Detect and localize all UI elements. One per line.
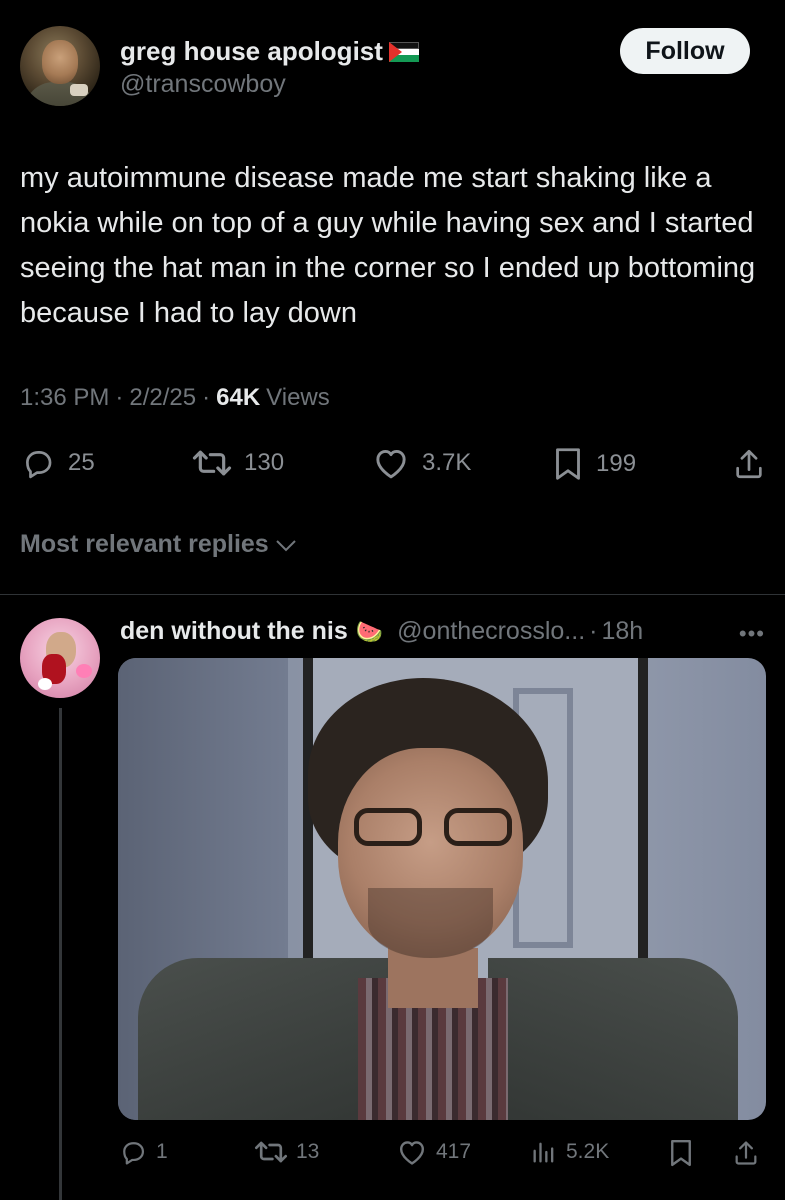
replies-sort-label: Most relevant replies [20,530,269,558]
reply-count: 25 [68,449,95,476]
post-date[interactable]: 2/2/25 [129,384,196,412]
repost-icon [254,1141,288,1163]
post-meta: 1:36 PM · 2/2/25 · 64K Views [20,384,330,412]
image-jacket-right [488,958,738,1120]
heart-icon [399,1141,425,1165]
repost-button[interactable]: 130 [192,446,284,480]
reply-bookmark-button[interactable] [668,1138,694,1168]
bookmark-icon [556,448,580,480]
reply-time[interactable]: 18h [601,617,643,646]
divider [0,594,785,595]
like-count: 3.7K [422,449,472,476]
reply-views-button[interactable]: 5.2K [530,1138,609,1166]
author-avatar[interactable] [20,26,100,106]
meta-separator: · [202,384,211,411]
reply-handle[interactable]: @onthecrosslo... [397,617,585,646]
image-glasses [354,808,514,848]
views-label: Views [266,384,330,411]
reply-share-button[interactable] [732,1138,760,1168]
image-jacket-left [138,958,388,1120]
reply-button[interactable]: 25 [20,446,95,480]
post-time[interactable]: 1:36 PM [20,384,109,412]
heart-sticker-icon [76,664,92,678]
main-post: greg house apologist @transcowboy Follow… [0,0,785,590]
reply-actions: 1 13 417 5.2K [118,1138,766,1172]
reply-avatar[interactable] [20,618,100,698]
reply-post[interactable]: den without the nis 🍉 @onthecrosslo... ·… [0,600,785,1200]
like-button[interactable]: 3.7K [372,446,471,480]
more-options-icon[interactable]: ••• [739,621,765,647]
reply-icon [123,1142,145,1165]
views-count[interactable]: 64K [216,384,260,412]
bookmark-count: 199 [596,450,637,477]
reply-icon [26,451,52,479]
analytics-icon [533,1142,554,1163]
thread-line [59,708,62,1200]
reply-media-image[interactable] [118,658,766,1120]
reply-display-name[interactable]: den without the nis [120,617,348,646]
avatar-face [42,40,78,84]
repost-count: 130 [244,449,285,476]
reply-like-count: 417 [436,1140,472,1163]
reply-separator: · [589,617,598,645]
reply-reply-count: 1 [156,1140,168,1163]
watermelon-emoji: 🍉 [355,618,384,644]
chevron-down-icon [276,539,296,551]
reply-repost-count: 13 [296,1140,320,1163]
reply-repost-button[interactable]: 13 [254,1138,319,1166]
reply-reply-button[interactable]: 1 [118,1138,168,1166]
share-icon [735,1141,757,1165]
avatar-hand [70,84,88,96]
bookmark-button[interactable]: 199 [552,446,636,482]
post-text: my autoimmune disease made me start shak… [20,162,756,329]
post-actions: 25 130 3.7K 199 [20,446,770,486]
reply-header: den without the nis 🍉 @onthecrosslo... ·… [120,617,765,646]
reply-like-button[interactable]: 417 [396,1138,471,1166]
author-handle[interactable]: @transcowboy [120,70,286,99]
author-display-name[interactable]: greg house apologist [120,36,383,67]
repost-icon [192,450,232,476]
author-name-row[interactable]: greg house apologist [120,36,419,67]
image-beard [368,888,493,958]
heart-icon [376,449,406,479]
replies-sort-dropdown[interactable]: Most relevant replies [20,530,297,559]
bookmark-icon [671,1139,691,1167]
follow-button[interactable]: Follow [620,28,750,74]
palestine-flag-icon [388,41,419,62]
meta-separator: · [115,384,124,411]
heart-sticker-icon [38,678,52,690]
reply-views-count: 5.2K [566,1140,610,1163]
share-button[interactable] [732,446,766,482]
share-icon [736,449,762,479]
